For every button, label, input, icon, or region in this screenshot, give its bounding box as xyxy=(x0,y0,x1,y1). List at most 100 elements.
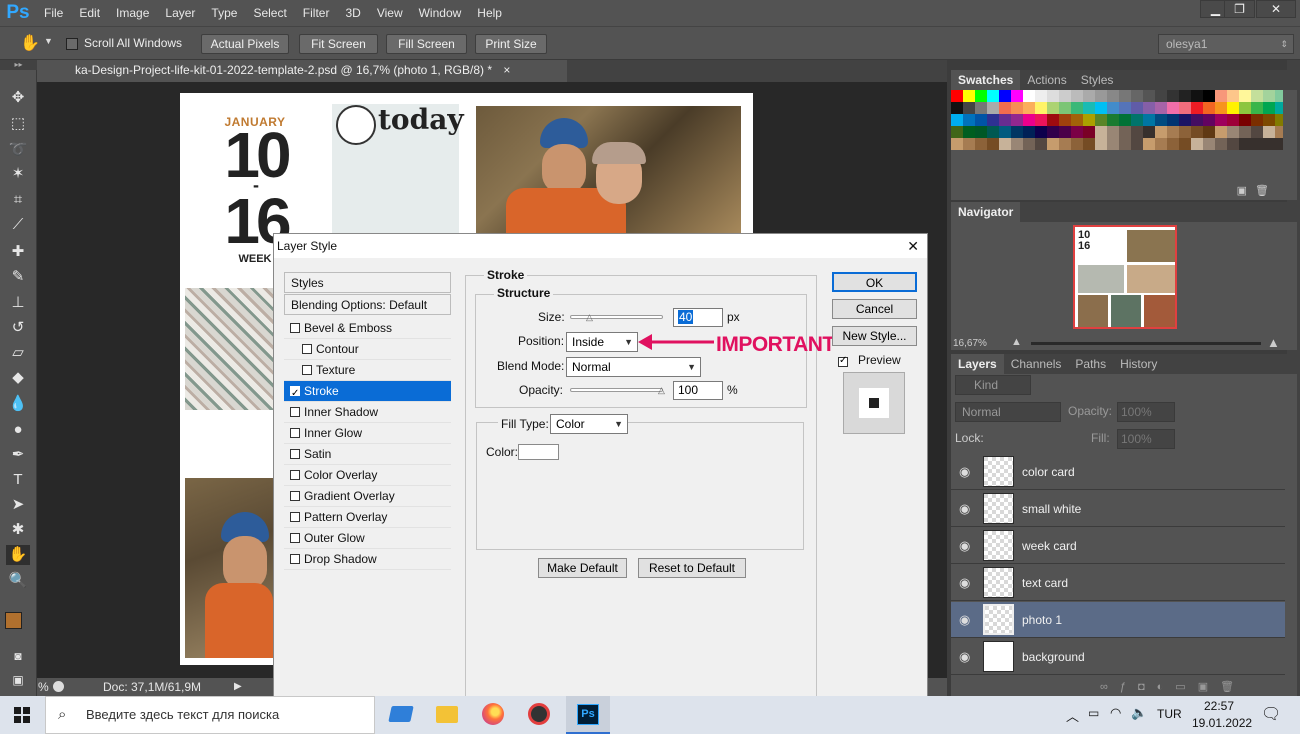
delete-layer-icon[interactable]: 🗑 xyxy=(1220,681,1246,693)
adjustment-layer-icon[interactable]: ◐ xyxy=(1157,681,1176,693)
actual-pixels-button[interactable]: Actual Pixels xyxy=(201,34,289,54)
fill-input[interactable]: 100% xyxy=(1117,429,1175,449)
document-tab[interactable]: ka-Design-Project-life-kit-01-2022-templ… xyxy=(37,60,567,82)
path-selection-tool-icon[interactable]: ➤ xyxy=(6,495,30,515)
workspace-select[interactable]: olesya1 ⇕ xyxy=(1158,34,1294,54)
add-mask-icon[interactable]: ◘ xyxy=(1138,681,1157,693)
style-contour[interactable]: Contour xyxy=(284,339,451,360)
style-drop-shadow[interactable]: Drop Shadow xyxy=(284,549,451,570)
checkbox-icon[interactable] xyxy=(290,428,300,438)
dialog-close-icon[interactable]: ✕ xyxy=(907,234,919,258)
style-bevel-emboss[interactable]: Bevel & Emboss xyxy=(284,318,451,339)
visibility-eye-icon[interactable]: ◉ xyxy=(959,464,970,480)
size-slider-thumb-icon[interactable]: △ xyxy=(586,312,593,323)
layer-opacity-input[interactable]: 100% xyxy=(1117,402,1175,422)
lasso-tool-icon[interactable]: ➰ xyxy=(6,140,30,160)
screen-mode-icon[interactable]: ▣ xyxy=(6,670,30,690)
battery-icon[interactable]: ▭ xyxy=(1088,706,1099,720)
menu-layer[interactable]: Layer xyxy=(157,6,203,20)
collapse-icon[interactable]: ▸▸ xyxy=(0,60,37,70)
paint-bucket-tool-icon[interactable]: ◆ xyxy=(6,368,30,388)
layer-row-text-card[interactable]: ◉ text card xyxy=(951,565,1285,601)
style-pattern-overlay[interactable]: Pattern Overlay xyxy=(284,507,451,528)
opacity-slider-thumb-icon[interactable]: △ xyxy=(658,385,665,396)
visibility-eye-icon[interactable]: ◉ xyxy=(959,575,970,591)
tab-channels[interactable]: Channels xyxy=(1004,354,1069,374)
navigator-thumbnail[interactable]: 10 16 xyxy=(1073,225,1177,329)
move-tool-icon[interactable]: ✥ xyxy=(6,88,30,108)
menu-edit[interactable]: Edit xyxy=(71,6,108,20)
ok-button[interactable]: OK xyxy=(832,272,917,292)
menu-3d[interactable]: 3D xyxy=(337,6,368,20)
media-player-icon[interactable] xyxy=(528,703,550,725)
marquee-tool-icon[interactable]: ⬚ xyxy=(6,114,30,134)
taskbar-photoshop-active[interactable]: Ps xyxy=(566,696,610,734)
status-menu-arrow[interactable]: ▶ xyxy=(234,678,242,696)
clock-time[interactable]: 22:57 xyxy=(1204,699,1234,713)
layer-row-photo-1[interactable]: ◉ photo 1 xyxy=(951,602,1285,638)
menu-type[interactable]: Type xyxy=(203,6,245,20)
checkbox-checked-icon[interactable] xyxy=(290,384,300,404)
layer-row-small-white[interactable]: ◉ small white xyxy=(951,491,1285,527)
tab-styles[interactable]: Styles xyxy=(1074,70,1121,90)
wifi-icon[interactable]: ◠ xyxy=(1110,705,1121,721)
checkbox-icon[interactable] xyxy=(302,365,312,375)
checkbox-icon[interactable] xyxy=(290,407,300,417)
checkbox-icon[interactable] xyxy=(290,449,300,459)
checkbox-icon[interactable] xyxy=(290,491,300,501)
file-explorer-icon[interactable] xyxy=(436,706,458,723)
visibility-eye-icon[interactable]: ◉ xyxy=(959,649,970,665)
hand-tool-icon[interactable]: ✋ xyxy=(20,33,40,53)
foreground-color-swatch[interactable] xyxy=(5,612,22,629)
checkbox-icon[interactable] xyxy=(290,533,300,543)
menu-help[interactable]: Help xyxy=(469,6,510,20)
fx-icon[interactable]: ƒ xyxy=(1120,681,1138,693)
zoom-out-icon[interactable]: ▲ xyxy=(1011,336,1022,348)
print-size-button[interactable]: Print Size xyxy=(475,34,547,54)
style-outer-glow[interactable]: Outer Glow xyxy=(284,528,451,549)
fill-screen-button[interactable]: Fill Screen xyxy=(386,34,467,54)
fill-type-select[interactable]: Color ▼ xyxy=(550,414,628,434)
checkbox-icon[interactable] xyxy=(290,512,300,522)
position-select[interactable]: Inside ▼ xyxy=(566,332,638,352)
checkbox-icon[interactable] xyxy=(290,470,300,480)
checkbox-icon[interactable] xyxy=(290,554,300,564)
brush-tool-icon[interactable]: ✎ xyxy=(6,267,30,287)
visibility-eye-icon[interactable]: ◉ xyxy=(959,538,970,554)
fit-screen-button[interactable]: Fit Screen xyxy=(299,34,378,54)
new-layer-icon[interactable]: ▣ xyxy=(1198,681,1220,693)
visibility-eye-icon[interactable]: ◉ xyxy=(959,501,970,517)
menu-view[interactable]: View xyxy=(369,6,411,20)
blending-options-item[interactable]: Blending Options: Default xyxy=(284,294,451,315)
taskbar-search-box[interactable]: ⌕ Введите здесь текст для поиска xyxy=(45,696,375,734)
style-gradient-overlay[interactable]: Gradient Overlay xyxy=(284,486,451,507)
dodge-tool-icon[interactable]: ● xyxy=(6,420,30,440)
cancel-button[interactable]: Cancel xyxy=(832,299,917,319)
tab-swatches[interactable]: Swatches xyxy=(951,70,1021,90)
quick-mask-icon[interactable]: ◙ xyxy=(6,646,30,666)
tab-navigator[interactable]: Navigator xyxy=(951,202,1021,222)
size-input[interactable]: 40 xyxy=(673,308,723,327)
language-indicator[interactable]: TUR xyxy=(1157,707,1182,721)
close-window-button[interactable]: ✕ xyxy=(1256,0,1296,18)
magic-wand-tool-icon[interactable]: ✶ xyxy=(6,164,30,184)
swatch-grid[interactable] xyxy=(951,90,1283,170)
zoom-in-icon[interactable]: ▲ xyxy=(1267,335,1280,350)
new-swatch-icon[interactable]: ▣ xyxy=(1237,184,1247,197)
eyedropper-tool-icon[interactable]: ⟋ xyxy=(6,215,30,235)
tab-layers[interactable]: Layers xyxy=(951,354,1004,374)
zoom-percent[interactable]: % xyxy=(38,678,49,696)
eraser-tool-icon[interactable]: ▱ xyxy=(6,343,30,363)
tray-chevron-up-icon[interactable]: ︿ xyxy=(1066,706,1079,725)
tab-paths[interactable]: Paths xyxy=(1068,354,1113,374)
layer-blend-mode-select[interactable]: Normal xyxy=(955,402,1061,422)
new-style-button[interactable]: New Style... xyxy=(832,326,917,346)
laptop-app-icon[interactable] xyxy=(388,706,414,722)
style-satin[interactable]: Satin xyxy=(284,444,451,465)
styles-header[interactable]: Styles xyxy=(284,272,451,293)
style-stroke[interactable]: Stroke xyxy=(284,381,451,404)
style-inner-shadow[interactable]: Inner Shadow xyxy=(284,402,451,423)
menu-image[interactable]: Image xyxy=(108,6,157,20)
layer-row-background[interactable]: ◉ background xyxy=(951,639,1285,675)
crop-tool-icon[interactable]: ⌗ xyxy=(6,190,30,210)
